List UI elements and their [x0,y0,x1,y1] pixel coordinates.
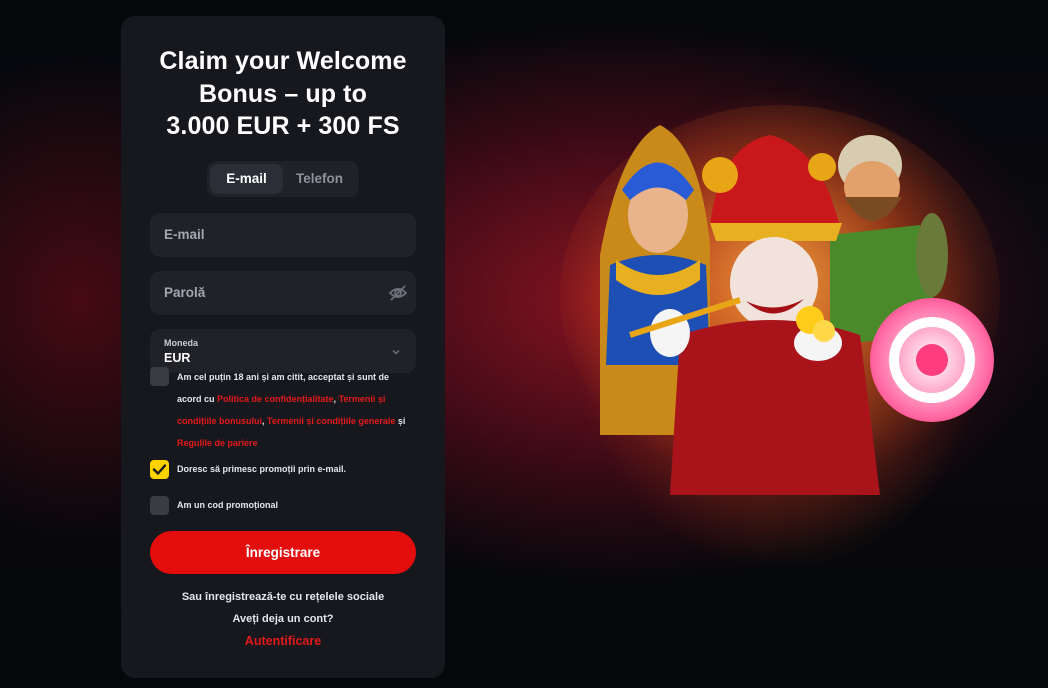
promo-code-row: Am un cod promoțional [150,496,416,515]
promo-email-row: Doresc să primesc promoții prin e-mail. [150,460,416,479]
chevron-down-icon [390,345,402,357]
check-icon [152,464,167,475]
register-button[interactable]: Înregistrare [150,531,416,574]
password-field[interactable]: Parolă [150,270,416,315]
have-account-text: Aveți deja un cont? [232,613,334,625]
currency-value: EUR [164,351,191,365]
general-terms-link[interactable]: Termenii și condițiile generale [267,416,395,426]
promo-title-line: 3.000 EUR + 300 FS [166,112,400,140]
betting-rules-link[interactable]: Regulile de pariere [177,438,258,448]
hero-art [560,105,1000,495]
signup-method-tabs: E-mail Telefon [207,160,359,197]
hero-characters-illustration [560,105,1000,495]
promo-title-line: Bonus – up to [199,79,367,108]
login-link[interactable]: Autentificare [121,634,445,648]
privacy-policy-link[interactable]: Politica de confidențialitate [217,394,334,404]
eye-slash-icon[interactable] [388,283,408,303]
terms-checkbox[interactable] [150,367,169,386]
promo-email-checkbox[interactable] [150,460,169,479]
tab-phone[interactable]: Telefon [283,164,356,194]
email-placeholder: E-mail [164,227,205,242]
tab-email[interactable]: E-mail [210,163,283,194]
promo-code-label: Am un cod promoțional [177,500,278,510]
email-field[interactable]: E-mail [150,212,416,257]
terms-text-part: și [395,416,406,426]
social-signup-text: Sau înregistrează-te cu rețelele sociale [181,591,385,603]
password-placeholder: Parolă [164,285,206,300]
terms-text: Am cel puțin 18 ani și am citit, accepta… [177,366,416,454]
promo-email-label: Doresc să primesc promoții prin e-mail. [177,464,347,474]
currency-label: Moneda [164,338,199,348]
lollipop-item [870,298,994,422]
promo-code-checkbox[interactable] [150,496,169,515]
terms-consent-row: Am cel puțin 18 ani și am citit, accepta… [150,366,416,454]
promo-title-line: Claim your Welcome [159,47,407,75]
registration-panel: Claim your Welcome Bonus – up to 3.000 E… [121,16,445,678]
promo-title: Claim your Welcome Bonus – up to 3.000 E… [150,45,416,143]
